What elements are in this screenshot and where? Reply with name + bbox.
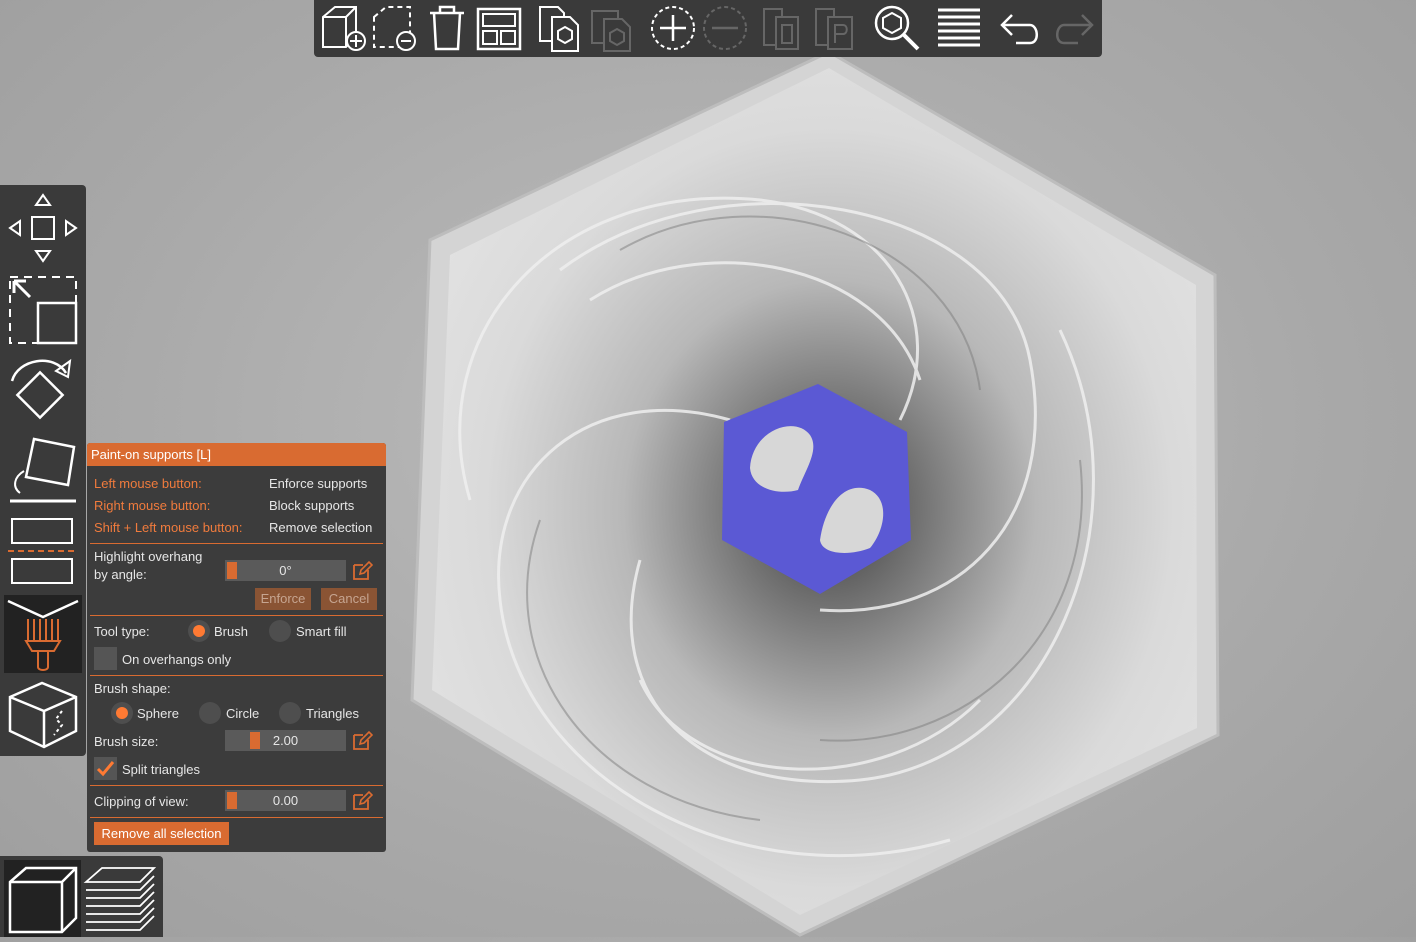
- left-toolbar: [0, 185, 86, 756]
- on-overhangs-only-checkbox[interactable]: [94, 647, 117, 670]
- arrange-button[interactable]: [474, 3, 524, 53]
- add-button[interactable]: [318, 3, 368, 53]
- remove-instance-button[interactable]: [700, 3, 750, 53]
- clipping-label: Clipping of view:: [94, 794, 189, 809]
- preview-icon: [83, 867, 157, 931]
- arrange-icon: [476, 7, 522, 51]
- sphere-label: Sphere: [137, 706, 179, 721]
- copy-button[interactable]: [536, 3, 586, 53]
- edit-icon[interactable]: [351, 730, 373, 752]
- search-icon: [874, 5, 920, 51]
- rotate-icon: [10, 358, 72, 420]
- edit-icon[interactable]: [351, 560, 373, 582]
- view-toggle: [0, 856, 163, 937]
- top-toolbar: [314, 0, 1102, 57]
- brush-label: Brush: [214, 624, 248, 639]
- move-tool-button[interactable]: [4, 189, 82, 267]
- split-parts-icon: [815, 8, 853, 50]
- cut-icon: [8, 518, 78, 584]
- hint-action-right: Block supports: [269, 498, 355, 513]
- paint-supports-panel: Paint-on supports [L] Left mouse button:…: [87, 443, 386, 852]
- smart-fill-radio[interactable]: [269, 620, 291, 642]
- redo-button[interactable]: [1048, 3, 1098, 53]
- remove-instance-icon: [703, 6, 747, 50]
- hint-key-left: Left mouse button:: [94, 476, 202, 491]
- undo-button[interactable]: [996, 3, 1046, 53]
- circle-label: Circle: [226, 706, 260, 721]
- split-objects-icon: [763, 8, 799, 50]
- on-overhangs-only-label: On overhangs only: [122, 652, 232, 667]
- clipping-slider[interactable]: 0.00: [225, 790, 346, 811]
- overhang-angle-slider[interactable]: 0°: [225, 560, 346, 581]
- delete-all-icon: [430, 5, 464, 51]
- delete-button[interactable]: [370, 3, 420, 53]
- scale-tool-button[interactable]: [4, 271, 82, 349]
- enforce-button[interactable]: Enforce: [255, 588, 311, 610]
- redo-icon: [1056, 14, 1094, 45]
- cut-tool-button[interactable]: [4, 511, 82, 589]
- triangles-radio[interactable]: [279, 702, 301, 724]
- copy-icon: [539, 6, 579, 52]
- layers-editor-button[interactable]: [934, 3, 984, 53]
- brush-shape-label: Brush shape:: [94, 681, 171, 696]
- add-instance-icon: [651, 6, 695, 50]
- separator: [90, 817, 383, 818]
- remove-all-selection-button[interactable]: Remove all selection: [94, 822, 229, 845]
- tool-type-label: Tool type:: [94, 624, 150, 639]
- hint-key-shift: Shift + Left mouse button:: [94, 520, 243, 535]
- brush-size-value: 2.00: [272, 733, 299, 748]
- 3d-view-icon: [8, 866, 78, 934]
- separator: [90, 675, 383, 676]
- brush-radio[interactable]: [188, 620, 210, 642]
- smart-fill-label: Smart fill: [296, 624, 347, 639]
- rotate-tool-button[interactable]: [4, 351, 82, 429]
- paste-icon: [591, 10, 631, 52]
- checkmark-icon: [96, 761, 115, 777]
- preview-button[interactable]: [82, 860, 159, 937]
- brush-size-slider[interactable]: 2.00: [225, 730, 346, 751]
- edit-icon[interactable]: [351, 790, 373, 812]
- seam-painting-icon: [8, 681, 78, 749]
- separator: [90, 543, 383, 544]
- split-triangles-label: Split triangles: [122, 762, 201, 777]
- 3d-view-button[interactable]: [4, 860, 81, 937]
- split-triangles-checkbox[interactable]: [94, 757, 117, 780]
- circle-radio[interactable]: [199, 702, 221, 724]
- cancel-button[interactable]: Cancel: [321, 588, 377, 610]
- separator: [90, 615, 383, 616]
- overhang-label-line1: Highlight overhang: [94, 549, 203, 564]
- paint-supports-icon: [7, 599, 79, 671]
- separator: [90, 785, 383, 786]
- brush-size-label: Brush size:: [94, 734, 159, 749]
- move-icon: [8, 193, 78, 263]
- add-instance-button[interactable]: [648, 3, 698, 53]
- split-parts-button[interactable]: [812, 3, 862, 53]
- layers-editor-icon: [938, 8, 980, 47]
- split-objects-button[interactable]: [760, 3, 810, 53]
- hint-key-right: Right mouse button:: [94, 498, 211, 513]
- delete-icon: [373, 6, 416, 51]
- seam-painting-tool-button[interactable]: [4, 675, 82, 753]
- clipping-value: 0.00: [272, 793, 299, 808]
- scale-icon: [9, 276, 78, 345]
- triangles-label: Triangles: [306, 706, 359, 721]
- hint-action-left: Enforce supports: [269, 476, 368, 491]
- place-on-face-icon: [10, 437, 76, 503]
- delete-all-button[interactable]: [422, 3, 472, 53]
- paint-supports-tool-button[interactable]: [4, 595, 82, 673]
- paste-button[interactable]: [588, 3, 638, 53]
- sphere-radio[interactable]: [111, 702, 133, 724]
- undo-icon: [1000, 14, 1038, 45]
- hint-action-shift: Remove selection: [269, 520, 373, 535]
- overhang-label-line2: by angle:: [94, 567, 147, 582]
- search-button[interactable]: [872, 3, 922, 53]
- add-icon: [322, 6, 366, 51]
- overhang-angle-value: 0°: [279, 563, 292, 578]
- place-on-face-tool-button[interactable]: [4, 431, 82, 509]
- panel-title: Paint-on supports [L]: [87, 443, 386, 466]
